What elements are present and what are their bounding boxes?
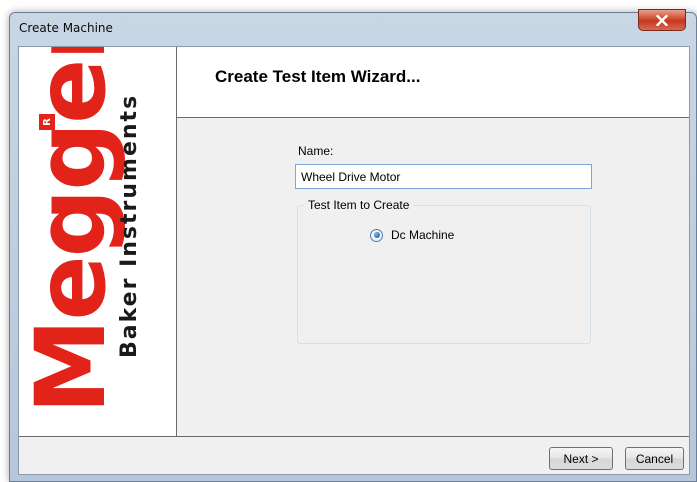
dialog-window: Create Machine Megger R Baker Instrument… [9, 9, 697, 482]
window-title: Create Machine [19, 21, 113, 35]
wizard-header: Create Test Item Wizard... [177, 47, 689, 118]
radio-dc-machine[interactable]: Dc Machine [370, 228, 454, 242]
divider [19, 436, 689, 437]
dialog-client-area: Megger R Baker Instruments Create Test I… [18, 46, 690, 475]
logo-brand-text: Megger [19, 47, 127, 414]
cancel-button[interactable]: Cancel [625, 447, 684, 470]
megger-logo: Megger R Baker Instruments [19, 47, 176, 436]
form-area: Name: Test Item to Create Dc Machine [177, 119, 689, 436]
close-icon [656, 14, 668, 26]
test-item-group: Test Item to Create Dc Machine [297, 198, 591, 344]
name-label: Name: [298, 144, 334, 158]
next-button[interactable]: Next > [549, 447, 613, 470]
registered-mark: R [39, 114, 55, 130]
logo-subtitle: Baker Instruments [117, 93, 142, 358]
title-bar[interactable]: Create Machine [10, 9, 696, 41]
group-label: Test Item to Create [304, 198, 414, 212]
radio-selected-icon[interactable] [370, 228, 383, 242]
logo-panel: Megger R Baker Instruments [19, 47, 177, 436]
name-input[interactable] [295, 164, 592, 189]
radio-label: Dc Machine [391, 228, 455, 242]
close-button[interactable] [638, 9, 686, 31]
page-title: Create Test Item Wizard... [215, 67, 421, 86]
